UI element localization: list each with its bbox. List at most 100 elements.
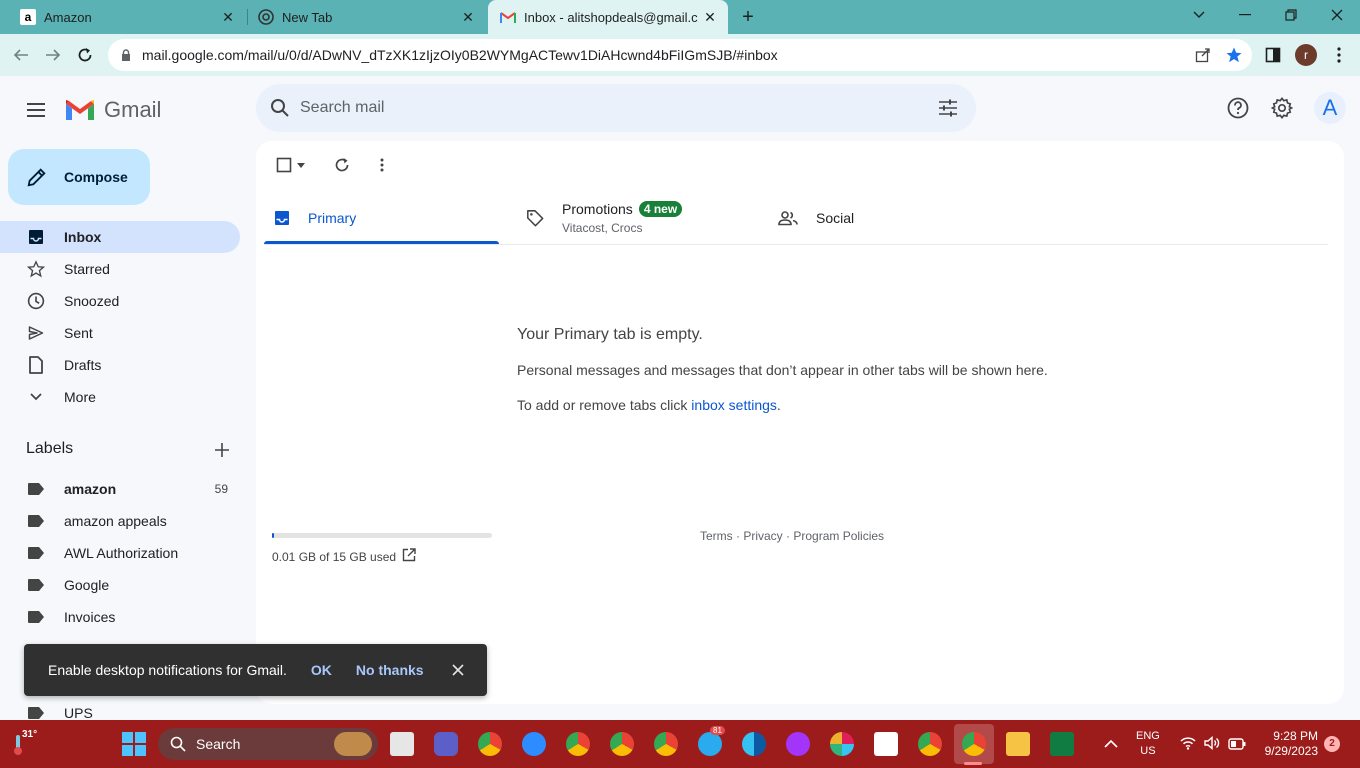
bookmark-star-button[interactable]: [1221, 42, 1247, 68]
tab-search-button[interactable]: [1176, 0, 1222, 30]
wifi-icon[interactable]: [1180, 736, 1196, 755]
browser-tab-amazon[interactable]: a Amazon ✕: [0, 0, 246, 34]
file-explorer-icon[interactable]: [1006, 732, 1030, 756]
close-icon[interactable]: ✕: [216, 9, 240, 26]
close-icon[interactable]: ✕: [698, 9, 722, 26]
show-hidden-icons-button[interactable]: [1104, 736, 1118, 754]
chrome-icon[interactable]: [478, 732, 502, 756]
browser-tab-inbox[interactable]: Inbox - alitshopdeals@gmail.cor ✕: [488, 0, 728, 34]
more-actions-button[interactable]: [372, 155, 392, 175]
label-item-amazon[interactable]: amazon 59: [0, 473, 240, 505]
slack-icon[interactable]: [830, 732, 854, 756]
label-item-google[interactable]: Google: [0, 569, 240, 601]
address-bar[interactable]: mail.google.com/mail/u/0/d/ADwNV_dTzXK1z…: [108, 39, 1252, 71]
label-item-amazon-appeals[interactable]: amazon appeals: [0, 505, 240, 537]
refresh-button[interactable]: [332, 155, 352, 175]
chrome-profile-icon[interactable]: [566, 732, 590, 756]
settings-button[interactable]: [1268, 94, 1296, 122]
reload-button[interactable]: [72, 42, 98, 68]
label-name: Google: [64, 577, 110, 593]
chevron-up-icon: [1104, 739, 1118, 748]
compose-button[interactable]: Compose: [8, 149, 150, 205]
chrome-profile-icon[interactable]: [654, 732, 678, 756]
sidebar-item-more[interactable]: More: [0, 381, 240, 413]
search-input[interactable]: Search mail: [300, 99, 384, 117]
search-icon[interactable]: [270, 98, 290, 123]
chrome-profile-icon[interactable]: [918, 732, 942, 756]
excel-icon[interactable]: [1050, 732, 1074, 756]
search-options-icon[interactable]: [938, 98, 958, 123]
label-icon: [26, 479, 46, 499]
amazon-icon: a: [20, 9, 36, 25]
sidebar-item-sent[interactable]: Sent: [0, 317, 240, 349]
new-tab-button[interactable]: +: [736, 4, 760, 30]
browser-menu-button[interactable]: [1326, 42, 1352, 68]
language-indicator[interactable]: ENG US: [1136, 729, 1160, 759]
volume-icon[interactable]: [1204, 735, 1220, 755]
taskbar-search[interactable]: Search: [158, 728, 378, 760]
forward-button[interactable]: [40, 42, 66, 68]
empty-state-description: Personal messages and messages that don’…: [517, 362, 1048, 378]
create-label-button[interactable]: [210, 438, 234, 462]
terms-link[interactable]: Terms: [700, 529, 733, 543]
telegram-icon[interactable]: 81: [698, 726, 725, 756]
account-avatar[interactable]: A: [1314, 92, 1346, 124]
toast-no-thanks-button[interactable]: No thanks: [356, 662, 424, 678]
tab-primary[interactable]: Primary: [264, 191, 499, 245]
start-button[interactable]: [122, 732, 146, 756]
browser-tab-new-tab[interactable]: New Tab ✕: [238, 0, 486, 34]
toast-close-button[interactable]: [452, 664, 464, 676]
search-bar[interactable]: Search mail: [256, 84, 976, 132]
notification-count-badge[interactable]: 2: [1324, 736, 1340, 752]
taskbar-search-label: Search: [196, 736, 241, 752]
open-storage-button[interactable]: [402, 548, 416, 567]
label-item-invoices[interactable]: Invoices: [0, 601, 240, 633]
sidebar-item-inbox[interactable]: Inbox: [0, 221, 240, 253]
profile-avatar[interactable]: r: [1295, 44, 1317, 66]
edge-icon[interactable]: [742, 732, 766, 756]
share-icon: [1195, 48, 1210, 63]
messenger-icon[interactable]: [786, 732, 810, 756]
teams-icon[interactable]: [434, 732, 458, 756]
main-menu-button[interactable]: [24, 98, 48, 122]
sidebar-item-starred[interactable]: Starred: [0, 253, 240, 285]
select-all-checkbox[interactable]: [274, 155, 294, 175]
inbox-settings-link[interactable]: inbox settings: [691, 397, 777, 413]
label-icon: [26, 607, 46, 627]
share-button[interactable]: [1190, 42, 1216, 68]
close-icon[interactable]: ✕: [456, 9, 480, 26]
lock-icon: [120, 48, 132, 62]
storage-text: 0.01 GB of 15 GB used: [272, 550, 397, 564]
tab-title: Inbox - alitshopdeals@gmail.cor: [524, 9, 698, 25]
restore-button[interactable]: [1268, 0, 1314, 30]
chrome-profile-icon[interactable]: [610, 732, 634, 756]
sidebar-item-drafts[interactable]: Drafts: [0, 349, 240, 381]
back-button[interactable]: [8, 42, 34, 68]
more-vert-icon: [1337, 47, 1341, 63]
toast-ok-button[interactable]: OK: [311, 662, 332, 678]
close-window-button[interactable]: [1314, 0, 1360, 30]
side-panel-button[interactable]: [1260, 42, 1286, 68]
pencil-icon: [27, 168, 46, 187]
help-button[interactable]: [1224, 94, 1252, 122]
select-menu-button[interactable]: [294, 155, 308, 175]
weather-widget[interactable]: 31°: [8, 728, 40, 760]
tab-promotions[interactable]: Promotions 4 new Vitacost, Crocs: [516, 191, 756, 245]
chrome-active-icon[interactable]: [962, 732, 986, 756]
clock[interactable]: 9:28 PM 9/29/2023: [1258, 729, 1318, 759]
zoom-icon[interactable]: [522, 732, 546, 756]
label-name: UPS: [64, 705, 93, 721]
minimize-button[interactable]: [1222, 0, 1268, 30]
snipping-tool-icon[interactable]: [874, 732, 898, 756]
keyboard-layout: US: [1140, 745, 1156, 757]
gmail-logo[interactable]: Gmail: [64, 96, 161, 124]
program-policies-link[interactable]: Program Policies: [793, 529, 884, 543]
browser-tab-strip: a Amazon ✕ New Tab ✕ Inbox - alitshopdea…: [0, 0, 1360, 34]
plus-icon: [215, 443, 229, 457]
tab-social[interactable]: Social: [768, 191, 1008, 245]
sidebar-item-snoozed[interactable]: Snoozed: [0, 285, 240, 317]
task-view-icon[interactable]: [390, 732, 414, 756]
privacy-link[interactable]: Privacy: [743, 529, 782, 543]
label-item-awl-authorization[interactable]: AWL Authorization: [0, 537, 240, 569]
battery-icon[interactable]: [1228, 737, 1246, 755]
